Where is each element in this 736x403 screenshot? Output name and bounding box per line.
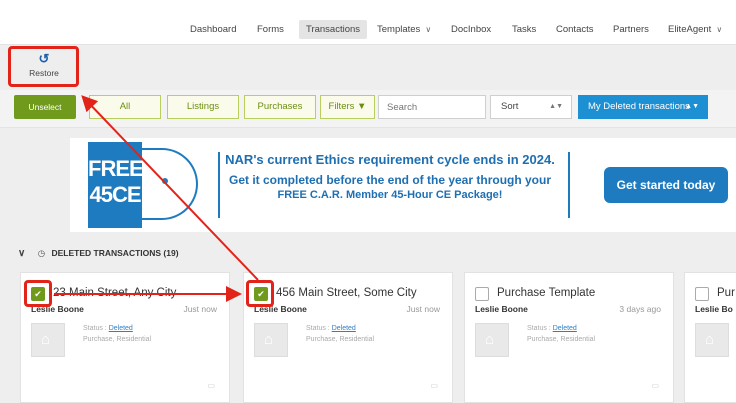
comment-icon[interactable]: ▭ bbox=[430, 381, 438, 390]
filter-listings-button[interactable]: Listings bbox=[167, 95, 239, 119]
status-link[interactable]: Deleted bbox=[553, 325, 577, 332]
filter-funnel-icon: ▼ bbox=[357, 101, 367, 112]
card-agent: Leslie Boone bbox=[475, 304, 528, 314]
clock-center bbox=[162, 178, 168, 184]
banner-line3: FREE C.A.R. Member 45-Hour CE Package! bbox=[277, 189, 503, 201]
card-status: Status : Deleted bbox=[306, 325, 356, 332]
nav-contacts[interactable]: Contacts bbox=[556, 24, 594, 35]
clock-icon: ◷ bbox=[37, 248, 46, 258]
nav-templates[interactable]: Templates ∨ bbox=[377, 24, 431, 35]
nav-templates-label: Templates bbox=[377, 24, 421, 35]
card-type: Purchase, Residential bbox=[527, 336, 596, 343]
nav-tasks[interactable]: Tasks bbox=[512, 24, 536, 35]
section-title: DELETED TRANSACTIONS (19) bbox=[51, 248, 179, 258]
filter-purchases-button[interactable]: Purchases bbox=[244, 95, 316, 119]
get-started-button[interactable]: Get started today bbox=[604, 167, 728, 203]
view-label: My Deleted transactions bbox=[588, 101, 690, 112]
status-label: Status : bbox=[83, 325, 107, 332]
promo-banner[interactable]: FREE 45CE NAR's current Ethics requireme… bbox=[70, 138, 736, 232]
status-label: Status : bbox=[306, 325, 330, 332]
nav-user-menu[interactable]: EliteAgent ∨ bbox=[668, 24, 722, 35]
comment-icon[interactable]: ▭ bbox=[207, 381, 215, 390]
card-type: Purchase, Residential bbox=[306, 336, 375, 343]
card-time: Just now bbox=[183, 304, 217, 314]
card-time: 3 days ago bbox=[619, 304, 661, 314]
select-arrows-icon: ▲▼ bbox=[685, 103, 699, 110]
card-checkbox[interactable] bbox=[695, 287, 709, 301]
filter-all-button[interactable]: All bbox=[89, 95, 161, 119]
sort-select[interactable]: Sort ▲▼ bbox=[490, 95, 572, 119]
card-type: Purchase, Residential bbox=[83, 336, 152, 343]
comment-icon[interactable]: ▭ bbox=[651, 381, 659, 390]
card-title: 23 Main Street, Any City bbox=[53, 287, 177, 299]
view-select[interactable]: My Deleted transactions ▲▼ bbox=[578, 95, 708, 119]
filters-label: Filters bbox=[328, 101, 355, 112]
unselect-button[interactable]: Unselect bbox=[14, 95, 76, 119]
banner-line2: Get it completed before the end of the y… bbox=[228, 173, 552, 187]
transaction-card[interactable]: ✔ 456 Main Street, Some City Leslie Boon… bbox=[243, 272, 453, 403]
badge-line1: FREE bbox=[88, 156, 144, 181]
card-time: Just now bbox=[406, 304, 440, 314]
house-icon bbox=[475, 323, 509, 357]
house-icon bbox=[695, 323, 729, 357]
sort-arrows-icon: ▲▼ bbox=[549, 103, 563, 110]
banner-text: NAR's current Ethics requirement cycle e… bbox=[220, 152, 560, 201]
nav-transactions[interactable]: Transactions bbox=[299, 20, 368, 39]
house-icon bbox=[254, 323, 288, 357]
chevron-down-icon: ∨ bbox=[425, 25, 432, 34]
card-status: Status : Deleted bbox=[527, 325, 577, 332]
status-label: Status : bbox=[527, 325, 551, 332]
highlight-box-restore bbox=[8, 46, 79, 87]
card-checkbox[interactable] bbox=[475, 287, 489, 301]
card-title: Purchase Template bbox=[497, 287, 596, 299]
nav-forms[interactable]: Forms bbox=[257, 24, 284, 35]
card-status: Status : Deleted bbox=[83, 325, 133, 332]
status-link[interactable]: Deleted bbox=[109, 325, 133, 332]
banner-line1: NAR's current Ethics requirement cycle e… bbox=[225, 152, 555, 167]
nav-partners[interactable]: Partners bbox=[613, 24, 649, 35]
filters-button[interactable]: Filters ▼ bbox=[320, 95, 375, 119]
top-nav: Dashboard Forms Transactions Templates ∨ … bbox=[0, 0, 736, 45]
sort-label: Sort bbox=[501, 101, 519, 112]
nav-docinbox[interactable]: DocInbox bbox=[451, 24, 491, 35]
badge-line2: 45CE bbox=[89, 182, 141, 207]
nav-dashboard[interactable]: Dashboard bbox=[190, 24, 236, 35]
banner-divider bbox=[568, 152, 570, 218]
free-45ce-badge: FREE 45CE bbox=[88, 142, 144, 228]
transaction-card[interactable]: Pur Leslie Bo bbox=[684, 272, 736, 403]
chevron-down-icon: ∨ bbox=[18, 248, 26, 259]
search-input[interactable] bbox=[378, 95, 486, 119]
transaction-card[interactable]: Purchase Template Leslie Boone 3 days ag… bbox=[464, 272, 674, 403]
highlight-box-checkbox-1 bbox=[24, 280, 52, 307]
card-title: Pur bbox=[717, 287, 735, 299]
user-name: EliteAgent bbox=[668, 24, 712, 35]
chevron-down-icon: ∨ bbox=[716, 25, 723, 34]
clock-graphic bbox=[142, 148, 198, 220]
section-header[interactable]: ∨ ◷ DELETED TRANSACTIONS (19) bbox=[18, 248, 179, 259]
house-icon bbox=[31, 323, 65, 357]
status-link[interactable]: Deleted bbox=[332, 325, 356, 332]
action-toolbar bbox=[0, 45, 736, 90]
highlight-box-checkbox-2 bbox=[246, 280, 274, 307]
card-agent: Leslie Bo bbox=[695, 304, 733, 314]
card-title: 456 Main Street, Some City bbox=[276, 287, 417, 299]
